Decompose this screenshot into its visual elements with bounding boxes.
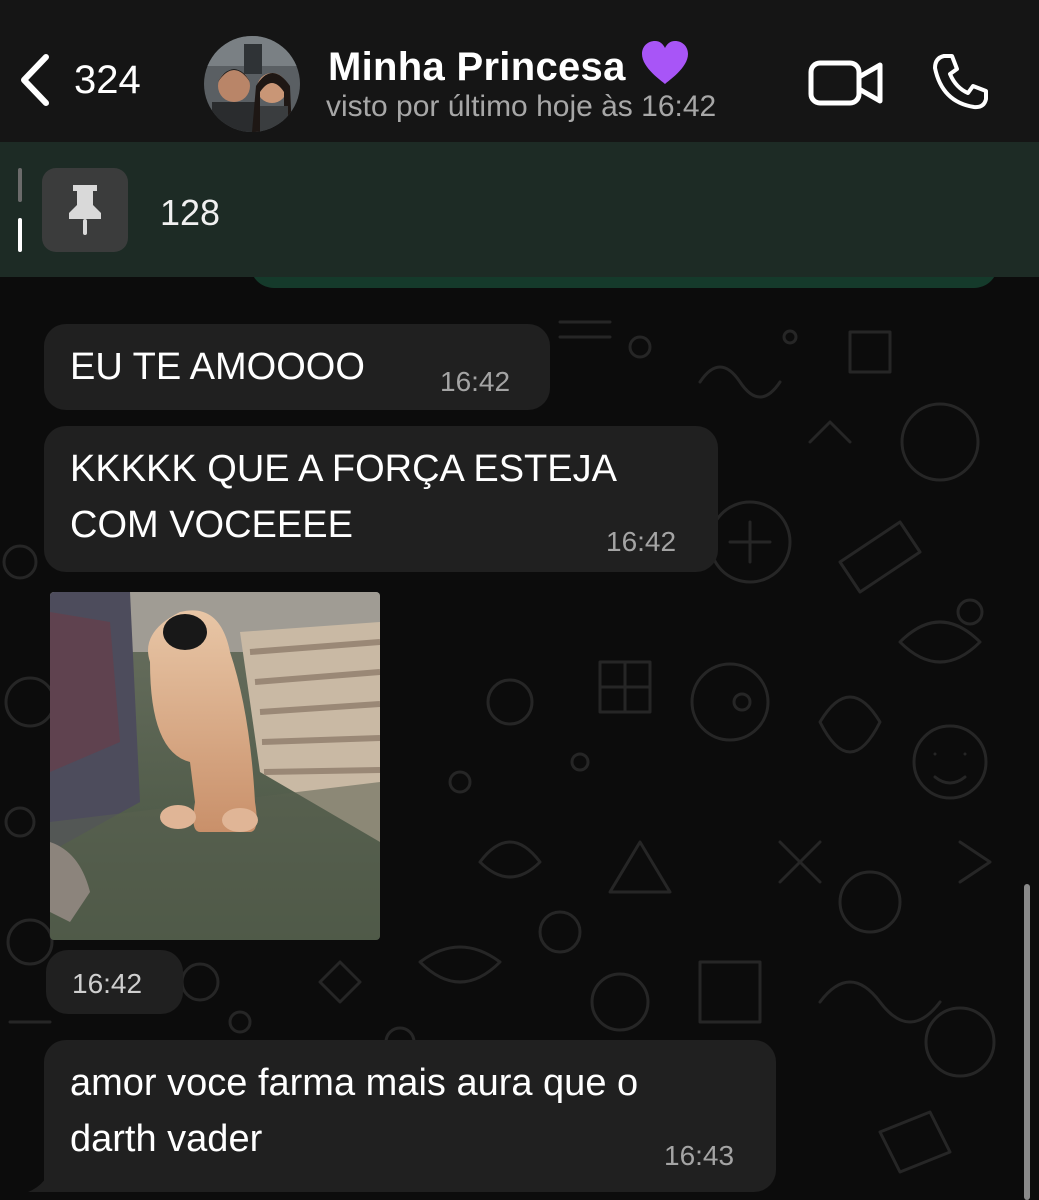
chevron-left-icon	[21, 54, 49, 106]
pin-indicator	[18, 168, 22, 202]
message-text: EU TE AMOOOO	[70, 346, 365, 388]
chat-header: 324 Minha Princesa visto por último hoje…	[0, 0, 1039, 142]
message-bubble[interactable]: EU TE AMOOOO 16:42	[44, 324, 550, 410]
contact-name-text: Minha Princesa	[328, 45, 626, 89]
video-camera-icon	[808, 60, 883, 106]
message-time: 16:42	[440, 366, 511, 397]
pin-indicator-active	[18, 218, 22, 252]
message-bubble[interactable]: amor voce farma mais aura que o darth va…	[44, 1040, 776, 1192]
message-time: 16:42	[606, 526, 677, 557]
pin-icon-box[interactable]	[42, 168, 128, 252]
message-text: darth vader	[70, 1118, 263, 1160]
chat-area[interactable]: 128 EU TE AMOOOO 16:42 KKKKK QUE A FORÇA…	[0, 142, 1039, 1200]
message-time: 16:42	[72, 968, 143, 999]
message-time: 16:43	[664, 1140, 735, 1171]
avatar-photo	[204, 36, 300, 132]
message-text: COM VOCEEEE	[70, 504, 353, 546]
message-text: KKKKK QUE A FORÇA ESTEJA	[70, 448, 617, 490]
pinned-message-bar[interactable]: 128	[0, 142, 1039, 277]
phone-icon	[933, 54, 988, 110]
image-message[interactable]	[50, 592, 380, 940]
contact-name[interactable]: Minha Princesa	[328, 40, 690, 90]
scrollbar[interactable]	[1024, 884, 1030, 1200]
pinned-message-text: 128	[160, 192, 221, 233]
avatar[interactable]	[204, 36, 300, 132]
dog-gif-image	[50, 592, 380, 940]
message-bubble[interactable]: KKKKK QUE A FORÇA ESTEJA COM VOCEEEE 16:…	[44, 426, 718, 572]
last-seen-status: visto por último hoje às 16:42	[326, 90, 717, 123]
unread-count: 324	[74, 57, 141, 102]
voice-call-button[interactable]	[930, 52, 990, 117]
pin-icon	[69, 185, 101, 235]
purple-heart-icon	[641, 41, 688, 84]
video-call-button[interactable]	[808, 58, 884, 113]
message-text: amor voce farma mais aura que o	[70, 1062, 639, 1104]
back-button[interactable]: 324	[18, 50, 141, 110]
image-timestamp-bubble: 16:42	[46, 950, 183, 1014]
